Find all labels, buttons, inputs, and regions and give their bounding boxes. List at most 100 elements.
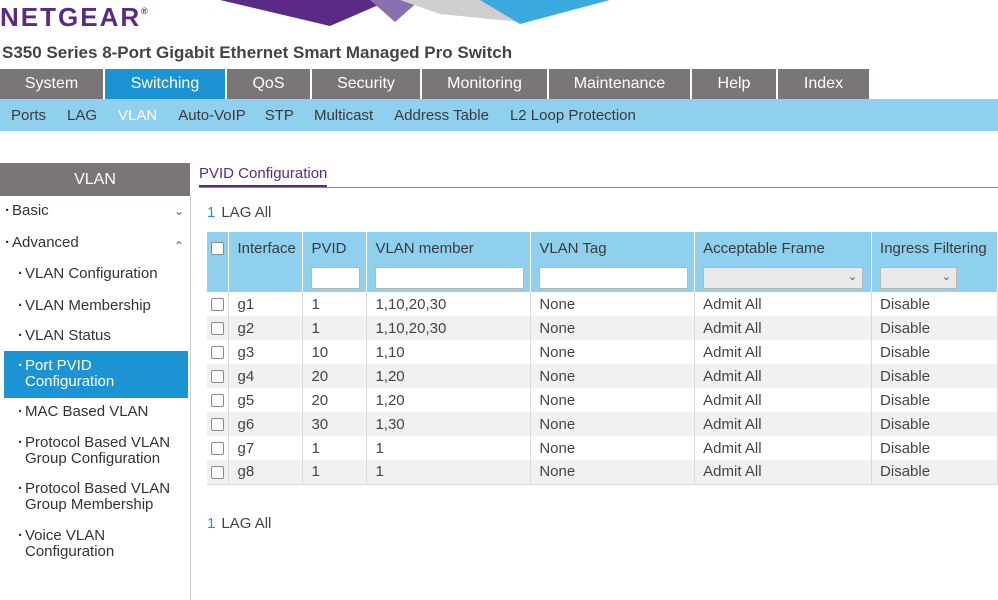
page-number-link[interactable]: 1 xyxy=(207,515,215,532)
subtab-multicast[interactable]: Multicast xyxy=(314,107,373,124)
select-all-cell xyxy=(207,232,230,264)
cell-vlan-member: 1 xyxy=(366,436,532,460)
pvid-table: Interface PVID VLAN member VLAN Tag Acce… xyxy=(207,232,998,485)
subtab-lag[interactable]: LAG xyxy=(67,107,97,124)
row-checkbox[interactable] xyxy=(211,370,225,384)
pvid-filter-input[interactable] xyxy=(311,267,361,289)
cell-pvid: 20 xyxy=(302,364,368,388)
cell-vlan-member: 1,10,20,30 xyxy=(366,292,532,316)
sidebar-item-voice-vlan-configuration[interactable]: Voice VLAN Configuration xyxy=(4,528,188,560)
table-row[interactable]: g5 20 1,20 None Admit All Disable xyxy=(207,388,998,412)
vlan-tag-filter-input[interactable] xyxy=(539,267,689,289)
row-checkbox[interactable] xyxy=(211,322,225,336)
sidebar-item-mac-based-vlan[interactable]: MAC Based VLAN xyxy=(4,404,188,421)
tab-maintenance[interactable]: Maintenance xyxy=(549,69,692,99)
cell-interface: g6 xyxy=(228,412,304,436)
row-select-cell xyxy=(207,316,230,340)
cell-vlan-tag: None xyxy=(530,340,696,364)
row-checkbox[interactable] xyxy=(211,346,225,360)
table-row[interactable]: g3 10 1,10 None Admit All Disable xyxy=(207,340,998,364)
cell-interface: g8 xyxy=(228,460,304,485)
cell-ingress-filtering: Disable xyxy=(871,364,998,388)
sidebar-item-vlan-configuration[interactable]: VLAN Configuration xyxy=(4,266,188,283)
cell-ingress-filtering: Disable xyxy=(871,460,998,485)
row-select-cell xyxy=(207,292,230,316)
filter-empty-cell xyxy=(228,264,304,292)
tab-monitoring[interactable]: Monitoring xyxy=(422,69,549,99)
sidebar-item-protocol-group-configuration[interactable]: Protocol Based VLAN Group Configuration xyxy=(4,435,188,467)
ingress-filtering-filter-select[interactable]: ⌄ xyxy=(880,267,957,289)
tab-index[interactable]: Index xyxy=(778,69,871,99)
chevron-down-icon: ⌄ xyxy=(847,271,858,283)
sidebar-section-advanced[interactable]: Advanced ⌃ xyxy=(0,232,190,254)
select-all-checkbox[interactable] xyxy=(211,242,225,256)
tab-qos[interactable]: QoS xyxy=(227,69,312,99)
table-row[interactable]: g7 1 1 None Admit All Disable xyxy=(207,436,998,460)
row-checkbox[interactable] xyxy=(211,442,225,456)
pager-top: 1 LAG All xyxy=(207,204,271,221)
cell-vlan-tag: None xyxy=(530,364,696,388)
lag-all-link[interactable]: LAG All xyxy=(221,515,271,532)
column-header-vlan-member[interactable]: VLAN member xyxy=(366,232,532,264)
pager-bottom: 1 LAG All xyxy=(207,515,271,532)
vlan-member-filter-input[interactable] xyxy=(375,267,525,289)
cell-pvid: 10 xyxy=(302,340,368,364)
row-select-cell xyxy=(207,388,230,412)
cell-acceptable-frame: Admit All xyxy=(694,412,873,436)
product-title: S350 Series 8-Port Gigabit Ethernet Smar… xyxy=(2,43,513,62)
tab-system[interactable]: System xyxy=(0,69,105,99)
column-header-pvid[interactable]: PVID xyxy=(302,232,368,264)
subtab-auto-voip[interactable]: Auto-VoIP xyxy=(178,107,246,124)
lag-all-link[interactable]: LAG All xyxy=(221,204,271,221)
tab-switching[interactable]: Switching xyxy=(105,69,227,99)
cell-vlan-member: 1,10 xyxy=(366,340,532,364)
cell-vlan-tag: None xyxy=(530,412,696,436)
cell-interface: g1 xyxy=(228,292,304,316)
subtab-ports[interactable]: Ports xyxy=(11,107,46,124)
table-header-row: Interface PVID VLAN member VLAN Tag Acce… xyxy=(207,232,998,264)
sidebar-item-port-pvid-configuration[interactable]: Port PVID Configuration xyxy=(4,351,188,398)
cell-pvid: 1 xyxy=(302,436,368,460)
column-header-vlan-tag[interactable]: VLAN Tag xyxy=(530,232,696,264)
table-row[interactable]: g1 1 1,10,20,30 None Admit All Disable xyxy=(207,292,998,316)
tab-pvid-configuration[interactable]: PVID Configuration xyxy=(199,165,328,187)
page-number-link[interactable]: 1 xyxy=(207,204,215,221)
row-checkbox[interactable] xyxy=(211,465,225,479)
table-row[interactable]: g4 20 1,20 None Admit All Disable xyxy=(207,364,998,388)
sidebar-item-vlan-status[interactable]: VLAN Status xyxy=(4,328,188,345)
column-header-ingress-filtering[interactable]: Ingress Filtering xyxy=(871,232,998,264)
row-checkbox[interactable] xyxy=(211,298,225,312)
cell-acceptable-frame: Admit All xyxy=(694,340,873,364)
sidebar-section-label: Basic xyxy=(12,202,49,219)
acceptable-frame-filter-select[interactable]: ⌄ xyxy=(703,267,864,289)
cell-vlan-member: 1,20 xyxy=(366,388,532,412)
chevron-up-icon: ⌃ xyxy=(173,239,184,253)
column-header-interface[interactable]: Interface xyxy=(228,232,304,264)
cell-vlan-tag: None xyxy=(530,460,696,485)
subtab-stp[interactable]: STP xyxy=(265,107,294,124)
cell-vlan-member: 1,30 xyxy=(366,412,532,436)
table-row[interactable]: g6 30 1,30 None Admit All Disable xyxy=(207,412,998,436)
sidebar-item-vlan-membership[interactable]: VLAN Membership xyxy=(4,298,188,315)
tab-security[interactable]: Security xyxy=(312,69,422,99)
row-select-cell xyxy=(207,412,230,436)
cell-pvid: 1 xyxy=(302,460,368,485)
row-checkbox[interactable] xyxy=(211,418,225,432)
subtab-address-table[interactable]: Address Table xyxy=(394,107,489,124)
sidebar-section-basic[interactable]: Basic ⌄ xyxy=(0,200,190,222)
cell-vlan-member: 1,20 xyxy=(366,364,532,388)
row-checkbox[interactable] xyxy=(211,394,225,408)
content-divider xyxy=(199,187,998,188)
cell-vlan-tag: None xyxy=(530,388,696,412)
table-row[interactable]: g8 1 1 None Admit All Disable xyxy=(207,460,998,485)
tab-help[interactable]: Help xyxy=(692,69,778,99)
subtab-vlan[interactable]: VLAN xyxy=(118,107,157,124)
table-row[interactable]: g2 1 1,10,20,30 None Admit All Disable xyxy=(207,316,998,340)
sidebar-item-protocol-group-membership[interactable]: Protocol Based VLAN Group Membership xyxy=(4,481,188,513)
cell-acceptable-frame: Admit All xyxy=(694,316,873,340)
column-header-acceptable-frame[interactable]: Acceptable Frame xyxy=(694,232,873,264)
main-nav: System Switching QoS Security Monitoring… xyxy=(0,69,871,99)
cell-acceptable-frame: Admit All xyxy=(694,388,873,412)
subtab-l2-loop-protection[interactable]: L2 Loop Protection xyxy=(510,107,636,124)
cell-ingress-filtering: Disable xyxy=(871,436,998,460)
